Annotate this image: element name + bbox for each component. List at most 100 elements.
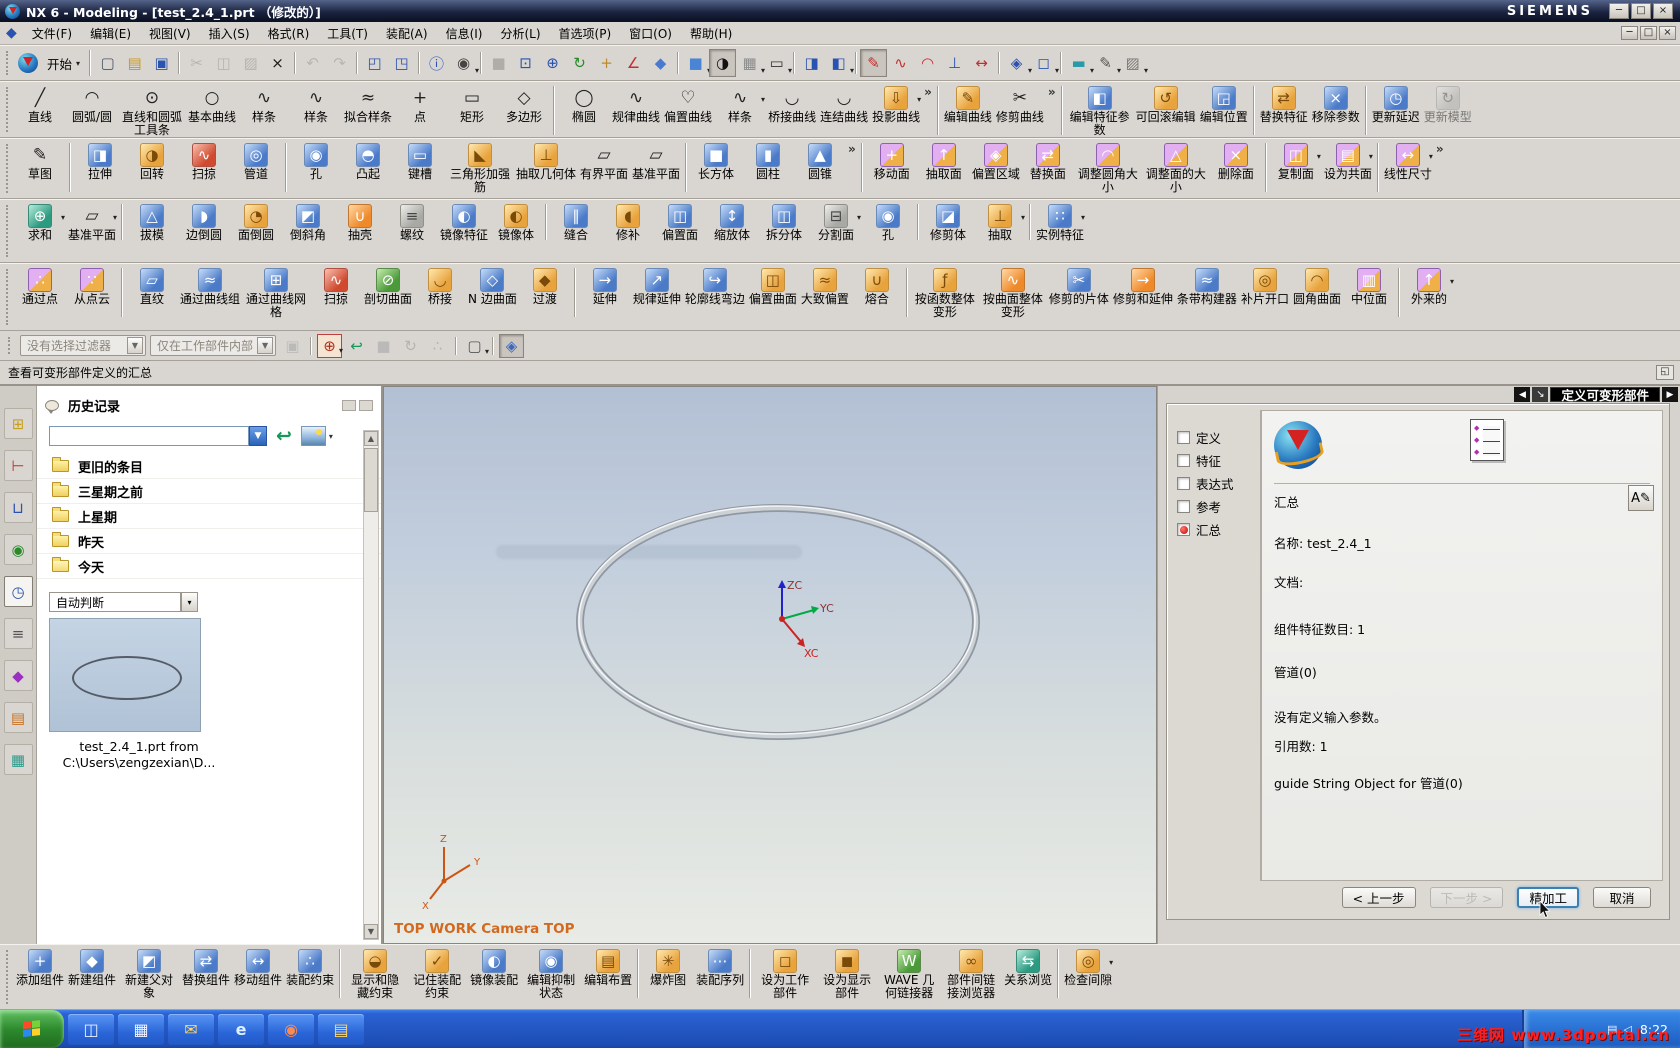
step-checkbox[interactable]: [1177, 431, 1190, 444]
dropdown-arrow-icon[interactable]: ▾: [850, 66, 854, 75]
mdi-restore-button[interactable]: □: [1640, 26, 1657, 40]
midsurface-tool[interactable]: ▥ 中位面: [1343, 265, 1395, 320]
silhouette-flange-tool[interactable]: ↪ 轮廓线弯边: [683, 265, 747, 320]
law-curve-tool[interactable]: ∿ 规律曲线: [610, 83, 662, 137]
divide-face-tool[interactable]: ⊟ 分割面 ▾: [810, 201, 862, 243]
block-tool[interactable]: ■ 长方体: [690, 140, 742, 195]
ruled-tool[interactable]: ▱ 直纹: [126, 265, 178, 320]
mdi-minimize-button[interactable]: ─: [1621, 26, 1638, 40]
through-points-tool[interactable]: ∴ 通过点: [14, 265, 66, 320]
view-orient-button[interactable]: ■▾: [682, 49, 711, 77]
dropdown-arrow-icon[interactable]: ▾: [788, 66, 792, 75]
law-extension-tool[interactable]: ↗ 规律延伸: [631, 265, 683, 320]
dialog-prev-icon[interactable]: ◀: [1514, 387, 1531, 402]
toolbar-grip[interactable]: [6, 950, 10, 1004]
replace-component-tool[interactable]: ⇄ 替换组件: [180, 946, 232, 1001]
assembly-constraints-tool[interactable]: ∴ 装配约束: [284, 946, 336, 1001]
folder-last-week[interactable]: 上星期: [37, 504, 381, 529]
trimmed-sheet-tool[interactable]: ✂ 修剪的片体: [1047, 265, 1111, 320]
scroll-up-icon[interactable]: ▲: [364, 431, 378, 446]
mirror-body-tool[interactable]: ◐ 镜像体: [490, 201, 542, 243]
extension-tool[interactable]: → 延伸: [579, 265, 631, 320]
part-thumbnail[interactable]: [49, 618, 201, 732]
part-navigator-tab[interactable]: ⊔: [3, 492, 33, 523]
show-hide-constraints-tool[interactable]: ◒ 显示和隐藏约束: [344, 946, 406, 1001]
extract-tool[interactable]: ⊥ 抽取 ▾: [974, 201, 1026, 243]
edit-position-tool[interactable]: ◲ 编辑位置: [1198, 83, 1250, 137]
dropdown-arrow-icon[interactable]: ▾: [761, 95, 765, 135]
edit-text-button[interactable]: A✎: [1628, 485, 1654, 511]
join-curve-tool[interactable]: ◡ 连结曲线: [818, 83, 870, 137]
wizard-step[interactable]: 汇总: [1173, 518, 1260, 541]
new-file-button[interactable]: ▢: [94, 49, 121, 77]
bounded-plane-tool[interactable]: ▱ 有界平面: [578, 140, 630, 195]
arc-circle-tool[interactable]: ◠ 圆弧/圆: [66, 83, 118, 137]
trim-body-tool[interactable]: ◪ 修剪体: [922, 201, 974, 243]
dimension-button[interactable]: ↔: [968, 49, 995, 77]
folder-yesterday[interactable]: 昨天: [37, 529, 381, 554]
history-filter-select[interactable]: 自动判断: [49, 592, 181, 612]
zoom-button[interactable]: ⊕: [539, 49, 566, 77]
background-button[interactable]: ▭ ▾: [763, 49, 792, 77]
spline-tool[interactable]: ∿ 样条: [238, 83, 290, 137]
add-component-tool[interactable]: + 添加组件: [14, 946, 66, 1001]
combo-arrow-icon[interactable]: ▼: [127, 337, 143, 354]
save-button[interactable]: ▣: [148, 49, 175, 77]
mdi-close-button[interactable]: ×: [1659, 26, 1676, 40]
overflow-chevron-icon[interactable]: »: [1436, 142, 1444, 195]
make-displayed-part-tool[interactable]: ◼ 设为显示部件: [816, 946, 878, 1001]
paste-button[interactable]: ▨: [237, 49, 264, 77]
toolbar-grip[interactable]: [6, 269, 10, 325]
from-point-cloud-tool[interactable]: ∵ 从点云: [66, 265, 118, 320]
clip-work-section-button[interactable]: ◧ ▾: [825, 49, 854, 77]
toolbar-grip[interactable]: [6, 51, 10, 75]
edit-suppression-tool[interactable]: ◉ 编辑抑制状态: [520, 946, 582, 1001]
linear-dimension-tool[interactable]: ↔ 线性尺寸 ▾: [1382, 140, 1434, 195]
constraint-navigator-tab[interactable]: ⊢: [3, 450, 33, 481]
mirror-feature-tool[interactable]: ◐ 镜像特征: [438, 201, 490, 243]
dropdown-arrow-icon[interactable]: ▾: [857, 213, 861, 240]
clip-section-button[interactable]: ◨: [798, 49, 825, 77]
next-button[interactable]: 下一步 >: [1429, 886, 1504, 908]
maximize-button[interactable]: □: [1631, 3, 1651, 19]
transition-tool[interactable]: ◆ 过渡: [519, 265, 571, 320]
menu-item[interactable]: 窗口(O): [620, 23, 681, 44]
step-checkbox[interactable]: [1177, 500, 1190, 513]
folder-three-weeks-ago[interactable]: 三星期之前: [37, 479, 381, 504]
rectangle-select-button[interactable]: ▢ ▾: [462, 334, 489, 358]
line-arc-toolbar-tool[interactable]: ⊙ 直线和圆弧工具条: [118, 83, 186, 137]
fit-spline-tool[interactable]: ≈ 拟合样条: [342, 83, 394, 137]
assembly-navigator-tab[interactable]: ⊞: [3, 408, 33, 439]
dropdown-arrow-icon[interactable]: ▾: [113, 213, 117, 240]
toolbar-grip[interactable]: [6, 87, 10, 132]
overflow-chevron-icon[interactable]: »: [848, 142, 856, 195]
menu-item[interactable]: 信息(I): [437, 23, 492, 44]
tube-tool[interactable]: ◎ 管道: [230, 140, 282, 195]
move-object-button[interactable]: ◰: [361, 49, 388, 77]
dropdown-arrow-icon[interactable]: ▾: [339, 346, 343, 355]
patch-tool[interactable]: ◖ 修补: [602, 201, 654, 243]
foreign-tool[interactable]: ↑ 外来的 ▾: [1403, 265, 1455, 320]
line-tool[interactable]: ╱ 直线: [14, 83, 66, 137]
general-selection-button[interactable]: ■: [371, 334, 396, 358]
menu-item[interactable]: 分析(L): [491, 23, 549, 44]
global-shaping-function-tool[interactable]: ƒ 按函数整体变形: [911, 265, 979, 320]
edit-feature-params-tool[interactable]: ◧ 编辑特征参数: [1066, 83, 1134, 137]
toolbar-grip[interactable]: [8, 337, 12, 354]
close-button[interactable]: ×: [1653, 3, 1673, 19]
replace-face-tool[interactable]: ⇄ 替换面: [1022, 140, 1074, 195]
dialog-tab-title[interactable]: 定义可变形部件: [1550, 387, 1660, 403]
fuse-tool[interactable]: ∪ 熔合: [851, 265, 903, 320]
remove-params-tool[interactable]: × 移除参数: [1310, 83, 1362, 137]
folder-older-entries[interactable]: 更旧的条目: [37, 454, 381, 479]
taskbar-app-calculator[interactable]: ▦: [118, 1013, 164, 1045]
combo-arrow-icon[interactable]: ▾: [181, 592, 198, 612]
history-scrollbar[interactable]: ▲ ▼: [363, 430, 379, 940]
dropdown-arrow-icon[interactable]: ▾: [1450, 277, 1454, 317]
split-body-tool[interactable]: ◫ 拆分体: [758, 201, 810, 243]
wizard-step[interactable]: 特征: [1173, 449, 1260, 472]
visual-effects-button[interactable]: ▦ ▾: [736, 49, 765, 77]
scale-body-tool[interactable]: ↕ 缩放体: [706, 201, 758, 243]
patch-opening-tool[interactable]: ◎ 补片开口: [1239, 265, 1291, 320]
step-checkbox[interactable]: [1177, 523, 1190, 536]
